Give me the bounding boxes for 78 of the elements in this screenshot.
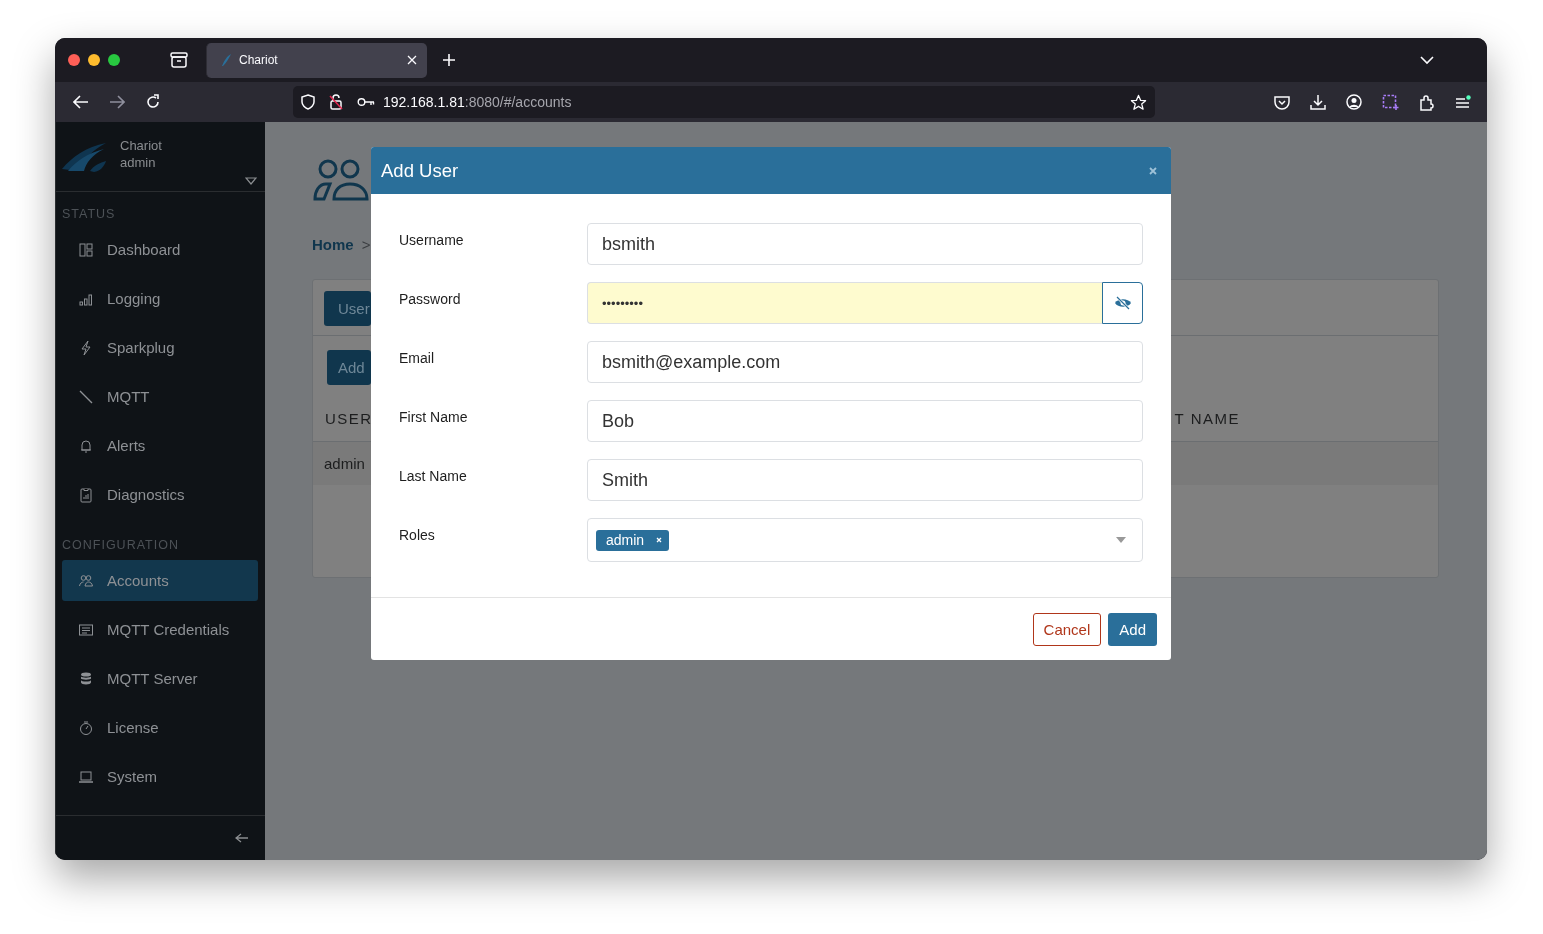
laptop-icon [78,768,94,785]
nav-item[interactable]: License [62,707,258,748]
nav-item[interactable]: Alerts [62,425,258,466]
dropdown-arrow-icon [1116,537,1126,543]
text-field[interactable]: Smith [587,459,1143,501]
app-name: Chariot [120,136,162,154]
bolt-icon [78,339,94,356]
section-label: STATUS [62,206,117,223]
stopwatch-icon [78,719,94,736]
nav-item[interactable]: Accounts [62,560,258,601]
nav-item[interactable]: Diagnostics [62,474,258,515]
nav-item[interactable]: MQTT Credentials [62,609,258,650]
section-label: CONFIGURATION [62,537,180,554]
table-cell: admin [324,455,365,472]
user-name: admin [120,153,157,171]
add-user-button[interactable]: Add [327,350,371,385]
plus-icon[interactable] [442,53,456,67]
maximize-window-icon[interactable] [108,54,120,66]
menu-icon[interactable] [1455,95,1471,109]
field-label: Last Name [399,467,468,484]
tab-title: Chariot [239,53,279,67]
download-icon[interactable] [1310,94,1326,110]
nav-item[interactable]: MQTT [62,376,258,417]
users-icon [312,158,370,202]
field-label: First Name [399,408,469,425]
nav-item[interactable]: MQTT Server [62,658,258,699]
dashboard-icon [78,241,94,258]
field-label: Password [399,290,462,307]
users-tab-button[interactable]: User [324,291,371,326]
nav-item[interactable]: Dashboard [62,229,258,270]
text-field[interactable]: Bob [587,400,1143,442]
shield-icon [301,94,315,110]
url-text: 192.168.1.81:8080/#/accounts [383,94,572,110]
toggle-visibility-button[interactable] [1102,282,1143,324]
column-header: T NAME [1174,410,1240,427]
password-field[interactable]: ••••••••• [587,282,1102,324]
account-icon[interactable] [1346,94,1362,110]
field-label: Roles [399,526,436,543]
field-label: Username [399,231,465,248]
database-icon [78,670,94,687]
back-icon[interactable] [73,95,89,109]
close-window-icon[interactable] [68,54,80,66]
caret-icon[interactable] [245,177,257,185]
text-field[interactable]: bsmith@example.com [587,341,1143,383]
users-icon [78,572,94,589]
breadcrumb-separator: > [361,236,371,253]
dialog-title: Add User [381,159,459,182]
collapse-arrow-icon[interactable] [235,833,249,843]
card-icon [78,621,94,638]
nav-item[interactable]: Sparkplug [62,327,258,368]
nav-item[interactable]: System [62,756,258,797]
cancel-button[interactable]: Cancel [1032,612,1102,646]
bell-icon [78,437,94,454]
reload-icon[interactable] [145,94,161,110]
text-field[interactable]: bsmith [587,223,1143,265]
add-button[interactable]: Add [1108,612,1157,646]
screenshot-icon[interactable] [1382,93,1399,111]
browser-tab[interactable]: Chariot [206,42,427,78]
eye-slash-icon [1113,296,1132,310]
clipboard-icon [78,486,94,503]
chevron-down-icon[interactable] [1420,55,1434,65]
roles-select[interactable]: admin [587,518,1143,562]
insecure-lock-icon [329,94,343,110]
puzzle-icon[interactable] [1419,93,1435,111]
forward-icon[interactable] [109,95,125,109]
field-label: Email [399,349,435,366]
key-icon [357,97,375,107]
column-header: USER [325,410,373,427]
address-bar[interactable]: 192.168.1.81:8080/#/accounts [293,86,1155,118]
nav-item[interactable]: Logging [62,278,258,319]
feather-icon [219,53,233,67]
logo-icon [60,140,108,173]
pocket-icon[interactable] [1274,94,1290,110]
role-tag: admin [596,529,670,551]
remove-icon[interactable] [656,536,663,543]
minimize-window-icon[interactable] [88,54,100,66]
tray-icon[interactable] [170,52,188,68]
star-icon[interactable] [1130,93,1147,111]
